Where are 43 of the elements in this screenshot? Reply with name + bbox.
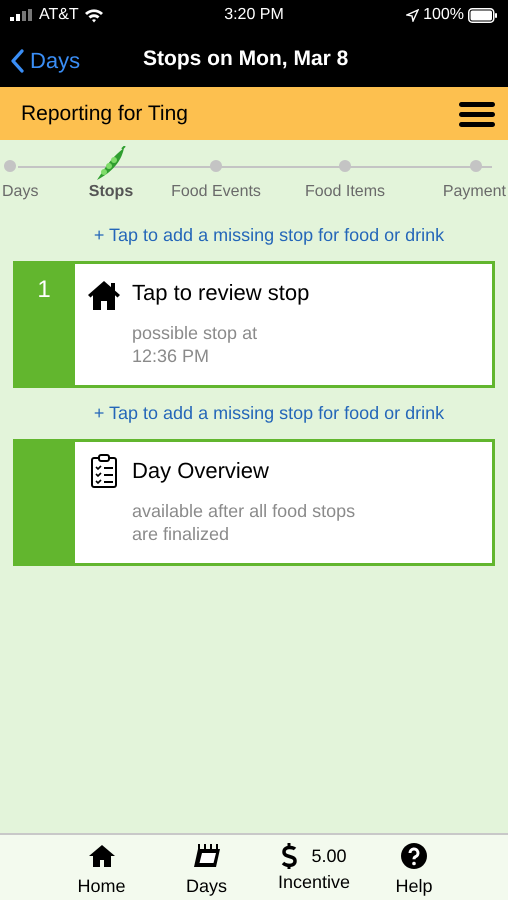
tab-label: Help — [395, 875, 433, 898]
step-tab[interactable]: Payment — [442, 180, 506, 204]
tab-bar-button[interactable]: 5.00 Incentive — [259, 841, 369, 900]
step-tab[interactable]: Food Items — [304, 180, 386, 204]
clipboard-checklist-icon — [90, 454, 118, 488]
card-subtitle: available after all food stops — [132, 500, 356, 523]
dollar-icon — [281, 842, 298, 870]
card-subtitle: possible stop at — [132, 322, 258, 345]
wifi-icon — [84, 8, 104, 22]
battery-percent: 100% — [423, 5, 464, 25]
menu-icon[interactable] — [459, 100, 495, 126]
card-title: Tap to review stop — [132, 279, 310, 307]
tab-bar-button[interactable]: Days — [154, 841, 259, 900]
battery-icon — [468, 8, 498, 22]
incentive-amount: 5.00 — [311, 844, 347, 868]
stop-number: 1 — [37, 275, 51, 305]
add-stop-link[interactable]: + Tap to add a missing stop for food or drink — [94, 222, 444, 249]
card-subtitle: 12:36 PM — [132, 345, 210, 368]
help-icon — [400, 842, 428, 870]
stop-card[interactable]: 1 Tap to review stop possible stop at 12:36 PM — [13, 261, 495, 388]
tab-label: Home — [77, 875, 126, 898]
home-icon — [88, 844, 116, 868]
nav-title: Stops on Mon, Mar 8 — [143, 46, 348, 72]
stop-card[interactable]: Day Overview available after all food stops are finalized — [13, 439, 495, 566]
carrier-label: AT&T — [39, 5, 79, 25]
step-tab[interactable]: Food Events — [171, 180, 261, 204]
add-stop-link[interactable]: + Tap to add a missing stop for food or drink — [94, 400, 444, 427]
tab-bar-button[interactable]: Home — [49, 841, 154, 900]
step-tab[interactable]: Stops — [88, 180, 134, 204]
calendar-icon — [192, 843, 222, 869]
tab-label: Incentive — [278, 871, 350, 894]
step-tab[interactable]: Days — [2, 180, 38, 204]
header-title: Reporting for Ting — [21, 100, 188, 127]
house-icon — [87, 279, 121, 311]
tab-bar-button[interactable]: Help — [369, 841, 459, 900]
tab-label: Days — [186, 875, 227, 898]
status-time: 3:20 PM — [223, 5, 285, 25]
back-button[interactable]: Days — [10, 44, 80, 77]
signal-icon — [10, 9, 34, 21]
card-title: Day Overview — [132, 457, 270, 485]
location-arrow-icon — [406, 8, 420, 22]
back-chevron-icon — [10, 48, 24, 72]
card-subtitle: are finalized — [132, 523, 230, 546]
